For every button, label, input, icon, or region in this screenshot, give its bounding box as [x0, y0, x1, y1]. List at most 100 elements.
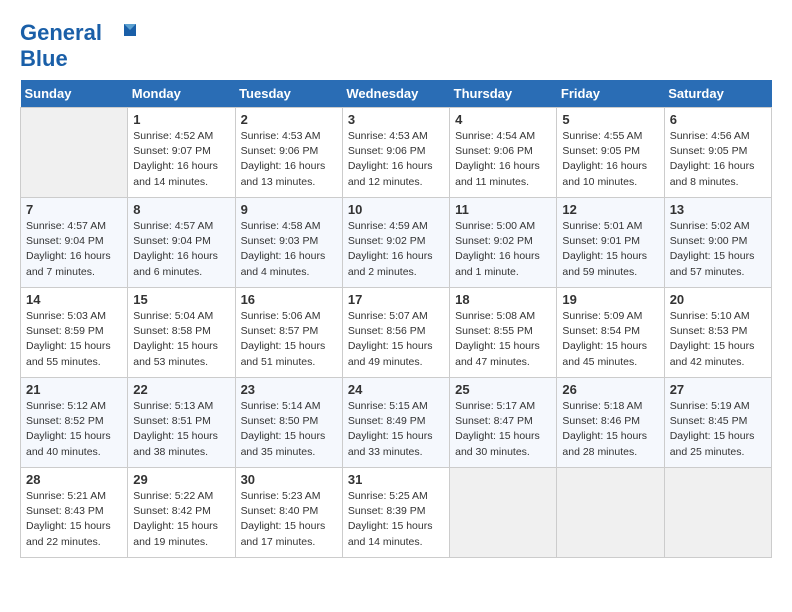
day-number: 5 — [562, 112, 658, 127]
calendar-cell — [450, 468, 557, 558]
week-row-1: 1 Sunrise: 4:52 AMSunset: 9:07 PMDaylight… — [21, 108, 772, 198]
day-number: 28 — [26, 472, 122, 487]
day-info: Sunrise: 4:57 AMSunset: 9:04 PMDaylight:… — [133, 219, 229, 280]
day-info: Sunrise: 4:53 AMSunset: 9:06 PMDaylight:… — [241, 129, 337, 190]
day-info: Sunrise: 5:04 AMSunset: 8:58 PMDaylight:… — [133, 309, 229, 370]
day-number: 11 — [455, 202, 551, 217]
logo-text: General — [20, 20, 138, 48]
calendar-cell: 24Sunrise: 5:15 AMSunset: 8:49 PMDayligh… — [342, 378, 449, 468]
day-number: 1 — [133, 112, 229, 127]
calendar-cell: 3 Sunrise: 4:53 AMSunset: 9:06 PMDaylight… — [342, 108, 449, 198]
day-number: 6 — [670, 112, 766, 127]
day-info: Sunrise: 5:23 AMSunset: 8:40 PMDaylight:… — [241, 489, 337, 550]
day-info: Sunrise: 5:21 AMSunset: 8:43 PMDaylight:… — [26, 489, 122, 550]
calendar-cell: 26 Sunrise: 5:18 AMSunset: 8:46 PMDayligh… — [557, 378, 664, 468]
calendar-cell: 22Sunrise: 5:13 AMSunset: 8:51 PMDayligh… — [128, 378, 235, 468]
week-row-5: 28 Sunrise: 5:21 AMSunset: 8:43 PMDayligh… — [21, 468, 772, 558]
day-number: 20 — [670, 292, 766, 307]
day-number: 23 — [241, 382, 337, 397]
day-info: Sunrise: 4:57 AMSunset: 9:04 PMDaylight:… — [26, 219, 122, 280]
weekday-header-monday: Monday — [128, 80, 235, 108]
day-number: 30 — [241, 472, 337, 487]
day-number: 31 — [348, 472, 444, 487]
day-info: Sunrise: 5:00 AMSunset: 9:02 PMDaylight:… — [455, 219, 551, 280]
day-info: Sunrise: 5:13 AMSunset: 8:51 PMDaylight:… — [133, 399, 229, 460]
logo: General Blue — [20, 20, 138, 70]
week-row-2: 7 Sunrise: 4:57 AMSunset: 9:04 PMDaylight… — [21, 198, 772, 288]
calendar-cell — [664, 468, 771, 558]
weekday-header-row: SundayMondayTuesdayWednesdayThursdayFrid… — [21, 80, 772, 108]
day-info: Sunrise: 5:25 AMSunset: 8:39 PMDaylight:… — [348, 489, 444, 550]
weekday-header-wednesday: Wednesday — [342, 80, 449, 108]
day-number: 18 — [455, 292, 551, 307]
calendar-cell: 25 Sunrise: 5:17 AMSunset: 8:47 PMDayligh… — [450, 378, 557, 468]
day-number: 10 — [348, 202, 444, 217]
calendar-cell: 10 Sunrise: 4:59 AMSunset: 9:02 PMDayligh… — [342, 198, 449, 288]
day-number: 19 — [562, 292, 658, 307]
week-row-4: 21Sunrise: 5:12 AMSunset: 8:52 PMDayligh… — [21, 378, 772, 468]
day-number: 17 — [348, 292, 444, 307]
day-info: Sunrise: 5:09 AMSunset: 8:54 PMDaylight:… — [562, 309, 658, 370]
page-header: General Blue — [20, 20, 772, 70]
day-info: Sunrise: 5:19 AMSunset: 8:45 PMDaylight:… — [670, 399, 766, 460]
day-info: Sunrise: 5:10 AMSunset: 8:53 PMDaylight:… — [670, 309, 766, 370]
day-number: 2 — [241, 112, 337, 127]
logo-blue: Blue — [20, 48, 138, 70]
weekday-header-thursday: Thursday — [450, 80, 557, 108]
day-info: Sunrise: 4:52 AMSunset: 9:07 PMDaylight:… — [133, 129, 229, 190]
day-number: 13 — [670, 202, 766, 217]
day-info: Sunrise: 5:14 AMSunset: 8:50 PMDaylight:… — [241, 399, 337, 460]
calendar-cell: 21Sunrise: 5:12 AMSunset: 8:52 PMDayligh… — [21, 378, 128, 468]
day-info: Sunrise: 5:06 AMSunset: 8:57 PMDaylight:… — [241, 309, 337, 370]
calendar-cell: 7 Sunrise: 4:57 AMSunset: 9:04 PMDaylight… — [21, 198, 128, 288]
day-number: 4 — [455, 112, 551, 127]
calendar-cell: 14Sunrise: 5:03 AMSunset: 8:59 PMDayligh… — [21, 288, 128, 378]
logo-general: General — [20, 20, 102, 45]
calendar-cell: 23 Sunrise: 5:14 AMSunset: 8:50 PMDayligh… — [235, 378, 342, 468]
calendar-cell: 9 Sunrise: 4:58 AMSunset: 9:03 PMDaylight… — [235, 198, 342, 288]
calendar-cell: 4Sunrise: 4:54 AMSunset: 9:06 PMDaylight… — [450, 108, 557, 198]
calendar-cell — [21, 108, 128, 198]
week-row-3: 14Sunrise: 5:03 AMSunset: 8:59 PMDayligh… — [21, 288, 772, 378]
day-info: Sunrise: 5:22 AMSunset: 8:42 PMDaylight:… — [133, 489, 229, 550]
calendar-table: SundayMondayTuesdayWednesdayThursdayFrid… — [20, 80, 772, 558]
calendar-cell: 18Sunrise: 5:08 AMSunset: 8:55 PMDayligh… — [450, 288, 557, 378]
day-number: 7 — [26, 202, 122, 217]
calendar-cell: 2 Sunrise: 4:53 AMSunset: 9:06 PMDaylight… — [235, 108, 342, 198]
day-number: 15 — [133, 292, 229, 307]
day-info: Sunrise: 4:59 AMSunset: 9:02 PMDaylight:… — [348, 219, 444, 280]
day-info: Sunrise: 4:55 AMSunset: 9:05 PMDaylight:… — [562, 129, 658, 190]
day-info: Sunrise: 5:18 AMSunset: 8:46 PMDaylight:… — [562, 399, 658, 460]
day-number: 24 — [348, 382, 444, 397]
calendar-cell: 30 Sunrise: 5:23 AMSunset: 8:40 PMDayligh… — [235, 468, 342, 558]
day-number: 12 — [562, 202, 658, 217]
calendar-cell: 11 Sunrise: 5:00 AMSunset: 9:02 PMDayligh… — [450, 198, 557, 288]
calendar-cell: 8 Sunrise: 4:57 AMSunset: 9:04 PMDaylight… — [128, 198, 235, 288]
calendar-cell: 12Sunrise: 5:01 AMSunset: 9:01 PMDayligh… — [557, 198, 664, 288]
day-number: 9 — [241, 202, 337, 217]
calendar-cell: 15 Sunrise: 5:04 AMSunset: 8:58 PMDayligh… — [128, 288, 235, 378]
day-info: Sunrise: 4:56 AMSunset: 9:05 PMDaylight:… — [670, 129, 766, 190]
day-info: Sunrise: 4:53 AMSunset: 9:06 PMDaylight:… — [348, 129, 444, 190]
calendar-cell: 20 Sunrise: 5:10 AMSunset: 8:53 PMDayligh… — [664, 288, 771, 378]
day-info: Sunrise: 5:12 AMSunset: 8:52 PMDaylight:… — [26, 399, 122, 460]
calendar-cell: 1 Sunrise: 4:52 AMSunset: 9:07 PMDaylight… — [128, 108, 235, 198]
weekday-header-friday: Friday — [557, 80, 664, 108]
logo-flag-icon — [110, 20, 138, 48]
day-number: 29 — [133, 472, 229, 487]
day-number: 8 — [133, 202, 229, 217]
day-info: Sunrise: 5:07 AMSunset: 8:56 PMDaylight:… — [348, 309, 444, 370]
calendar-cell: 17 Sunrise: 5:07 AMSunset: 8:56 PMDayligh… — [342, 288, 449, 378]
day-info: Sunrise: 5:17 AMSunset: 8:47 PMDaylight:… — [455, 399, 551, 460]
day-info: Sunrise: 4:58 AMSunset: 9:03 PMDaylight:… — [241, 219, 337, 280]
calendar-cell: 19 Sunrise: 5:09 AMSunset: 8:54 PMDayligh… — [557, 288, 664, 378]
calendar-cell: 6 Sunrise: 4:56 AMSunset: 9:05 PMDaylight… — [664, 108, 771, 198]
day-number: 25 — [455, 382, 551, 397]
calendar-cell: 13 Sunrise: 5:02 AMSunset: 9:00 PMDayligh… — [664, 198, 771, 288]
day-number: 3 — [348, 112, 444, 127]
calendar-cell: 16Sunrise: 5:06 AMSunset: 8:57 PMDayligh… — [235, 288, 342, 378]
day-info: Sunrise: 5:02 AMSunset: 9:00 PMDaylight:… — [670, 219, 766, 280]
calendar-cell: 27Sunrise: 5:19 AMSunset: 8:45 PMDayligh… — [664, 378, 771, 468]
day-number: 26 — [562, 382, 658, 397]
calendar-cell: 31 Sunrise: 5:25 AMSunset: 8:39 PMDayligh… — [342, 468, 449, 558]
